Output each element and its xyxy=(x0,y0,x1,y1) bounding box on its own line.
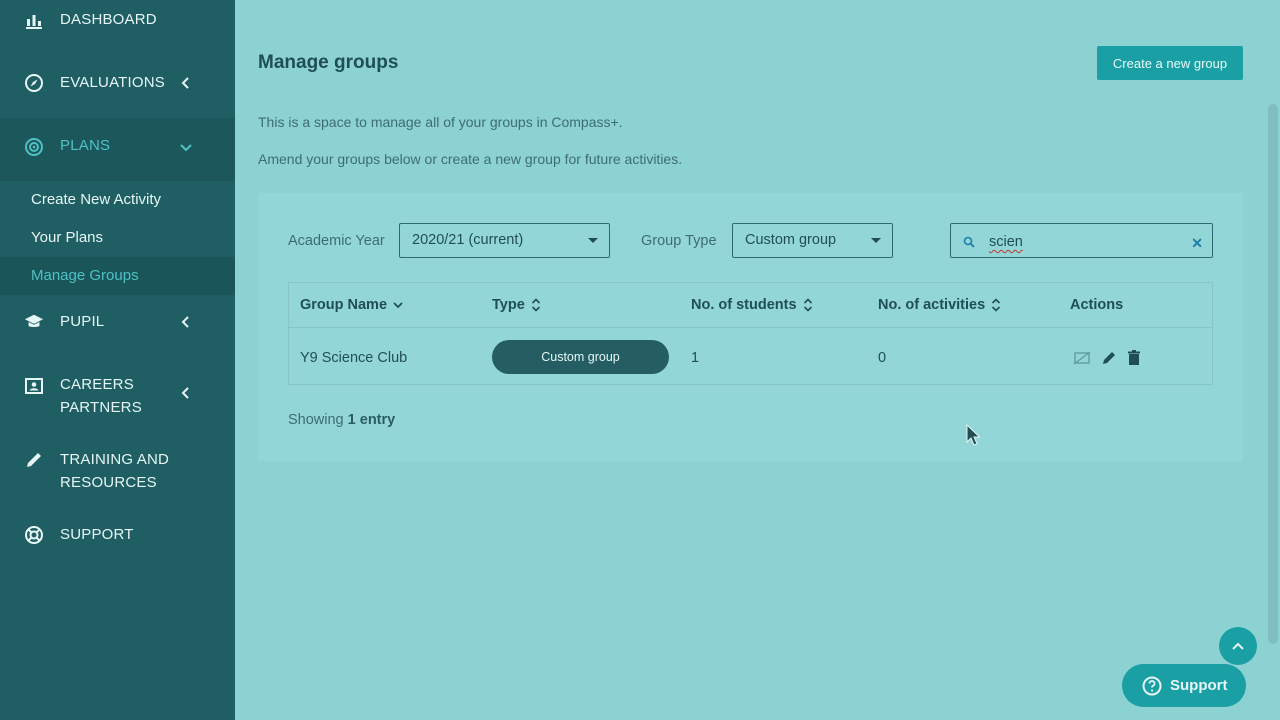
nav-training-resources[interactable]: TRAINING AND RESOURCES xyxy=(0,448,235,494)
nav-support-label: SUPPORT xyxy=(60,526,134,543)
cell-group-name: Y9 Science Club xyxy=(300,350,408,366)
sort-icon xyxy=(992,298,1001,312)
showing-entries: Showing 1 entry xyxy=(288,412,395,428)
target-icon xyxy=(24,137,44,157)
nav-pupil[interactable]: PUPIL xyxy=(0,310,235,333)
nav-training-label-2: RESOURCES xyxy=(60,474,157,491)
question-icon xyxy=(1142,676,1162,695)
caret-down-icon xyxy=(871,238,881,243)
cell-activities: 0 xyxy=(878,350,887,366)
hide-icon[interactable] xyxy=(1073,351,1091,370)
page-title: Manage groups xyxy=(258,52,399,73)
id-card-icon xyxy=(24,376,44,396)
nav-careers-partners[interactable]: CAREERS PARTNERS xyxy=(0,373,235,419)
nav-evaluations-label: EVALUATIONS xyxy=(60,74,166,91)
sub-your-plans[interactable]: Your Plans xyxy=(0,219,235,257)
academic-year-label: Academic Year xyxy=(288,233,385,249)
trash-icon[interactable] xyxy=(1127,350,1141,371)
clear-icon[interactable]: ✕ xyxy=(1191,235,1203,252)
showing-prefix: Showing xyxy=(288,412,344,428)
col-type[interactable]: Type xyxy=(492,297,541,313)
description-line-2: Amend your groups below or create a new … xyxy=(258,151,683,167)
sidebar: DASHBOARD EVALUATIONS PLANS Create New A… xyxy=(0,0,235,720)
groups-table: Group Name Type No. of students No. of a… xyxy=(288,282,1213,385)
sub-manage-groups[interactable]: Manage Groups xyxy=(0,257,235,295)
sort-desc-icon xyxy=(393,302,403,309)
col-students-label: No. of students xyxy=(691,297,797,313)
chevron-up-icon xyxy=(1232,642,1244,650)
academic-year-select[interactable]: 2020/21 (current) xyxy=(399,223,610,258)
search-icon xyxy=(963,235,975,253)
col-type-label: Type xyxy=(492,297,525,313)
col-actions: Actions xyxy=(1070,297,1123,313)
caret-down-icon xyxy=(588,238,598,243)
compass-icon xyxy=(24,73,44,93)
table-header: Group Name Type No. of students No. of a… xyxy=(289,283,1212,328)
row-actions xyxy=(1073,350,1141,371)
nav-plans[interactable]: PLANS xyxy=(0,118,235,181)
sort-icon xyxy=(803,298,812,312)
group-type-select[interactable]: Custom group xyxy=(732,223,893,258)
create-group-button[interactable]: Create a new group xyxy=(1097,46,1243,80)
support-widget-button[interactable]: Support xyxy=(1122,664,1246,707)
type-badge: Custom group xyxy=(492,340,669,374)
graduation-cap-icon xyxy=(24,312,44,332)
nav-training-label-1: TRAINING AND xyxy=(60,451,170,468)
scrollbar-thumb[interactable] xyxy=(1268,104,1278,644)
chevron-left-icon xyxy=(178,385,194,401)
chevron-left-icon xyxy=(178,314,194,330)
nav-plans-label: PLANS xyxy=(60,137,111,154)
nav-dashboard[interactable]: DASHBOARD xyxy=(0,8,235,31)
edit-icon[interactable] xyxy=(1101,350,1117,371)
dashboard-icon xyxy=(24,10,44,30)
group-type-value: Custom group xyxy=(745,232,837,248)
col-activities-label: No. of activities xyxy=(878,297,986,313)
sub-create-new-activity[interactable]: Create New Activity xyxy=(0,181,235,219)
scroll-to-top-button[interactable] xyxy=(1219,627,1257,665)
col-activities[interactable]: No. of activities xyxy=(878,297,1001,313)
col-group-name[interactable]: Group Name xyxy=(300,297,403,313)
search-input[interactable]: scien ✕ xyxy=(950,223,1213,258)
chevron-down-icon xyxy=(178,139,194,155)
mouse-cursor-icon xyxy=(966,423,981,451)
search-value: scien xyxy=(989,234,1023,250)
col-actions-label: Actions xyxy=(1070,297,1124,313)
sort-icon xyxy=(531,298,540,312)
col-group-name-label: Group Name xyxy=(300,297,388,313)
nav-evaluations[interactable]: EVALUATIONS xyxy=(0,71,235,94)
chevron-left-icon xyxy=(178,75,194,91)
nav-careers-label-2: PARTNERS xyxy=(60,399,142,416)
academic-year-value: 2020/21 (current) xyxy=(412,232,524,248)
nav-pupil-label: PUPIL xyxy=(60,313,105,330)
nav-support[interactable]: SUPPORT xyxy=(0,523,235,546)
showing-count: 1 entry xyxy=(347,412,396,428)
group-type-label: Group Type xyxy=(641,233,717,249)
lifebuoy-icon xyxy=(24,525,44,545)
col-students[interactable]: No. of students xyxy=(691,297,813,313)
description-line-1: This is a space to manage all of your gr… xyxy=(258,114,623,130)
cell-students: 1 xyxy=(691,350,700,366)
pencil-icon xyxy=(24,450,44,470)
support-widget-label: Support xyxy=(1170,677,1228,694)
nav-dashboard-label: DASHBOARD xyxy=(60,11,157,28)
nav-careers-label-1: CAREERS xyxy=(60,376,134,393)
